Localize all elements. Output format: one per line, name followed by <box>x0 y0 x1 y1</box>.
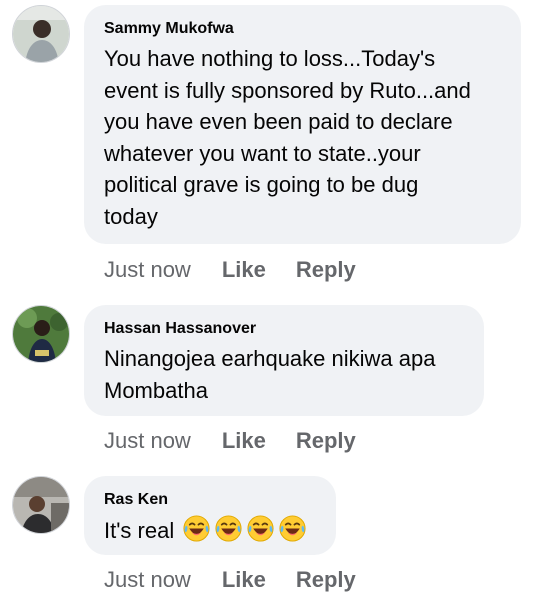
comment-text: It's real <box>104 518 175 544</box>
laughing-tears-emoji <box>214 514 243 548</box>
comment-timestamp[interactable]: Just now <box>104 428 191 454</box>
laughing-tears-emoji <box>278 514 307 548</box>
comment-bubble: Hassan Hassanover Ninangojea earhquake n… <box>84 305 484 416</box>
reply-button[interactable]: Reply <box>296 567 356 593</box>
avatar-sammy-mukofwa[interactable] <box>12 5 70 63</box>
comment-actions: Just now Like Reply <box>104 567 356 593</box>
comment-timestamp[interactable]: Just now <box>104 257 191 283</box>
like-button[interactable]: Like <box>222 567 266 593</box>
like-button[interactable]: Like <box>222 257 266 283</box>
avatar-photo <box>13 306 69 362</box>
comment-timestamp[interactable]: Just now <box>104 567 191 593</box>
comment-author[interactable]: Ras Ken <box>104 490 316 510</box>
like-button[interactable]: Like <box>222 428 266 454</box>
avatar-photo <box>13 6 69 62</box>
comment-text: Ninangojea earhquake nikiwa apa Mombatha <box>104 346 436 403</box>
comment-author[interactable]: Hassan Hassanover <box>104 319 464 339</box>
comment-actions: Just now Like Reply <box>104 428 356 454</box>
comment-text: You have nothing to loss...Today's event… <box>104 46 471 229</box>
comment-text-row: It's real <box>104 514 316 548</box>
reply-button[interactable]: Reply <box>296 428 356 454</box>
emoji-row <box>174 514 307 548</box>
avatar-ras-ken[interactable] <box>12 476 70 534</box>
comment-author[interactable]: Sammy Mukofwa <box>104 19 501 39</box>
laughing-tears-emoji <box>182 514 211 548</box>
avatar-hassan-hassanover[interactable] <box>12 305 70 363</box>
comment-bubble: Sammy Mukofwa You have nothing to loss..… <box>84 5 521 244</box>
comment-bubble: Ras Ken It's real <box>84 476 336 555</box>
laughing-tears-emoji <box>246 514 275 548</box>
comment-actions: Just now Like Reply <box>104 257 356 283</box>
reply-button[interactable]: Reply <box>296 257 356 283</box>
avatar-photo <box>13 477 69 533</box>
